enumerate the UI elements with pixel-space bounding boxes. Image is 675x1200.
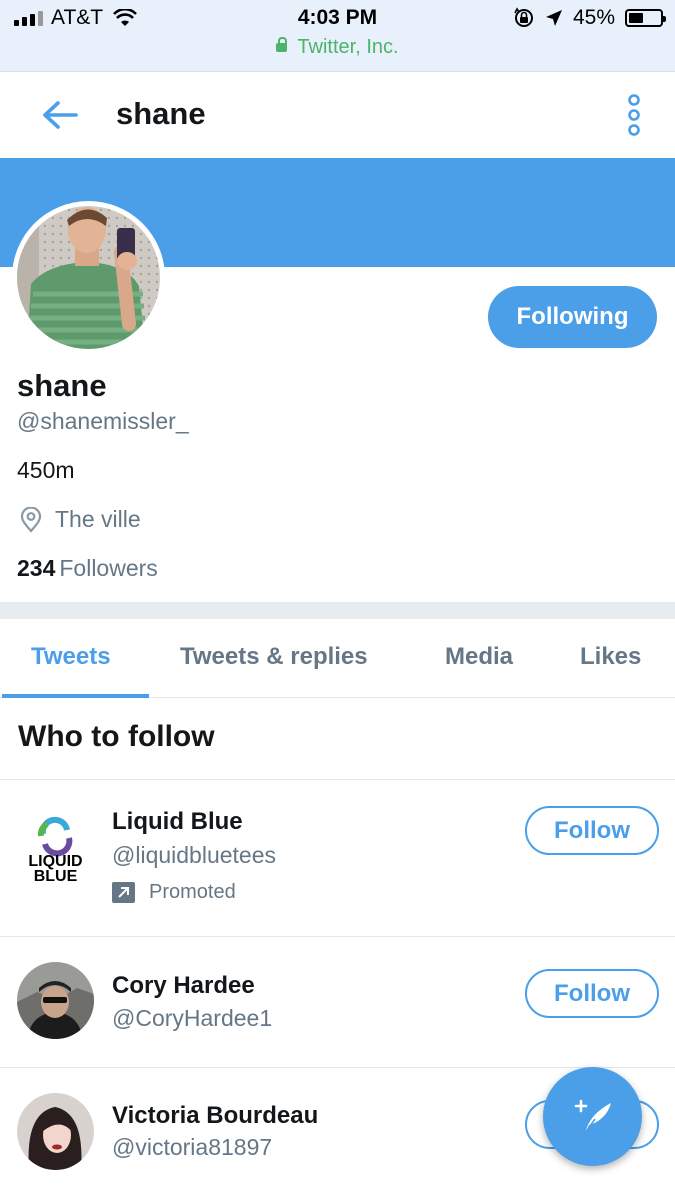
avatar bbox=[17, 206, 160, 349]
suggestion-handle: @victoria81897 bbox=[112, 1134, 273, 1160]
divider bbox=[0, 1067, 675, 1068]
vertical-dots-icon[interactable] bbox=[622, 94, 646, 138]
suggestion-name[interactable]: Victoria Bourdeau bbox=[112, 1102, 318, 1130]
promoted-arrow-icon bbox=[112, 882, 135, 903]
profile-header: shane bbox=[0, 72, 675, 158]
status-bar: AT&T 4:03 PM Twitter, Inc. 45% bbox=[0, 0, 675, 72]
compose-tweet-icon bbox=[574, 1099, 611, 1133]
profile-location: The ville bbox=[19, 506, 141, 533]
location-arrow-icon bbox=[545, 10, 562, 26]
avatar bbox=[17, 962, 94, 1039]
profile-bio: 450m bbox=[17, 457, 75, 483]
avatar-photo bbox=[17, 206, 160, 349]
promoted-label: Promoted bbox=[112, 881, 236, 904]
lock-icon bbox=[276, 37, 288, 52]
back-arrow-icon[interactable] bbox=[40, 98, 80, 132]
avatar bbox=[17, 1093, 94, 1170]
promoted-text: Promoted bbox=[149, 881, 236, 903]
section-divider bbox=[0, 602, 675, 619]
tab-tweets[interactable]: Tweets bbox=[31, 643, 111, 671]
followers-count[interactable]: 234 Followers bbox=[17, 555, 158, 582]
location-text: The ville bbox=[55, 506, 141, 532]
profile-avatar[interactable] bbox=[12, 201, 165, 354]
liquid-blue-logo: LIQUID BLUE bbox=[17, 812, 94, 889]
divider bbox=[0, 779, 675, 780]
suggestion-name[interactable]: Cory Hardee bbox=[112, 972, 255, 1000]
who-to-follow-title: Who to follow bbox=[18, 720, 215, 753]
tab-media[interactable]: Media bbox=[445, 643, 513, 671]
tab-likes[interactable]: Likes bbox=[580, 643, 641, 671]
followers-label: Followers bbox=[59, 555, 158, 581]
avatar-photo bbox=[17, 962, 94, 1039]
page-title: shane bbox=[116, 96, 206, 131]
avatar-photo bbox=[17, 1093, 94, 1170]
compose-tweet-button[interactable] bbox=[543, 1067, 642, 1166]
battery-icon bbox=[625, 9, 666, 27]
site-identity: Twitter, Inc. bbox=[0, 36, 675, 59]
following-button[interactable]: Following bbox=[488, 286, 657, 348]
tab-tweets-replies[interactable]: Tweets & replies bbox=[180, 643, 368, 671]
divider bbox=[0, 936, 675, 937]
brand-logo-icon: LIQUID BLUE bbox=[17, 812, 94, 889]
followers-number: 234 bbox=[17, 555, 56, 581]
battery-percent: 45% bbox=[572, 6, 615, 29]
orientation-lock-icon bbox=[514, 7, 533, 27]
active-tab-indicator bbox=[2, 694, 149, 698]
battery-level bbox=[629, 13, 643, 23]
site-name: Twitter, Inc. bbox=[297, 36, 399, 58]
follow-button[interactable]: Follow bbox=[525, 806, 659, 855]
profile-name: shane bbox=[17, 368, 107, 403]
status-bar-right: 45% bbox=[513, 6, 666, 30]
location-pin-icon bbox=[20, 506, 42, 533]
follow-button[interactable]: Follow bbox=[525, 969, 659, 1018]
suggestion-name[interactable]: Liquid Blue bbox=[112, 808, 243, 836]
profile-tabs: Tweets Tweets & replies Media Likes bbox=[0, 619, 675, 698]
profile-handle: @shanemissler_ bbox=[17, 408, 189, 434]
suggestion-handle: @CoryHardee1 bbox=[112, 1005, 273, 1031]
logo-text-bottom: BLUE bbox=[34, 868, 78, 885]
suggestion-handle: @liquidbluetees bbox=[112, 842, 277, 868]
